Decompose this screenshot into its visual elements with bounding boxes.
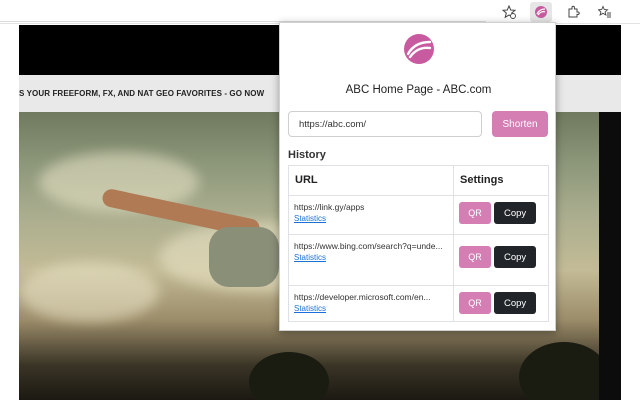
history-table: URL Settings https://link.gy/apps Statis… (287, 165, 549, 322)
column-header-settings: Settings (453, 165, 549, 196)
page-title: ABC Home Page - ABC.com (345, 84, 492, 96)
settings-cell: QR Copy (453, 234, 549, 286)
browser-toolbar (0, 0, 640, 24)
copy-button[interactable]: Copy (494, 246, 537, 268)
settings-cell: QR Copy (453, 285, 549, 322)
url-cell: https://developer.microsoft.com/en... St… (287, 285, 455, 322)
history-heading: History (288, 149, 326, 161)
favorites-icon[interactable] (594, 2, 616, 22)
banner-text: S YOUR FREEFORM, FX, AND NAT GEO FAVORIT… (19, 89, 265, 98)
favorite-add-icon[interactable] (498, 2, 520, 22)
qr-button[interactable]: QR (459, 202, 492, 224)
copy-button[interactable]: Copy (494, 292, 537, 314)
shorten-button[interactable]: Shorten (492, 111, 548, 137)
app-logo-icon (404, 34, 434, 64)
url-input[interactable] (288, 111, 482, 137)
short-url: https://developer.microsoft.com/en... (294, 292, 431, 302)
short-url: https://www.bing.com/search?q=unde... (294, 241, 443, 251)
settings-cell: QR Copy (453, 195, 549, 235)
statistics-link[interactable]: Statistics (294, 252, 448, 264)
qr-button[interactable]: QR (459, 292, 492, 314)
table-row: https://developer.microsoft.com/en... St… (287, 285, 549, 322)
link-shortener-popup: ABC Home Page - ABC.com Shorten History … (279, 22, 556, 331)
statistics-link[interactable]: Statistics (294, 213, 448, 225)
table-row: https://link.gy/apps Statistics QR Copy (287, 195, 549, 235)
statistics-link[interactable]: Statistics (294, 303, 448, 315)
column-header-url: URL (287, 165, 455, 196)
copy-button[interactable]: Copy (494, 202, 537, 224)
url-cell: https://www.bing.com/search?q=unde... St… (287, 234, 455, 286)
qr-button[interactable]: QR (459, 246, 492, 268)
table-row: https://www.bing.com/search?q=unde... St… (287, 234, 549, 286)
extension-link-icon[interactable] (530, 2, 552, 22)
table-header-row: URL Settings (287, 165, 549, 196)
short-url: https://link.gy/apps (294, 202, 365, 212)
extensions-icon[interactable] (562, 2, 584, 22)
url-cell: https://link.gy/apps Statistics (287, 195, 455, 235)
address-bar[interactable] (0, 0, 486, 22)
